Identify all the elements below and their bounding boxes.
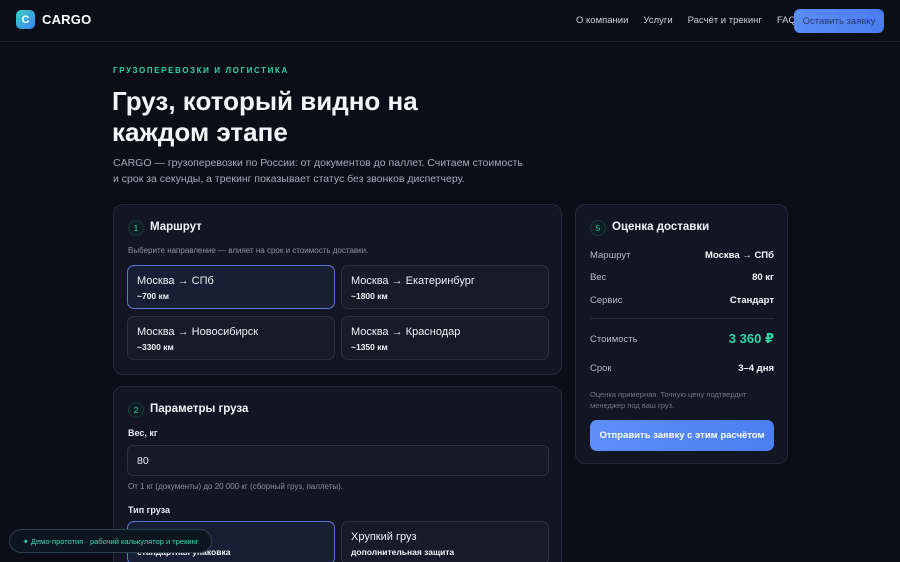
- nav-item-services[interactable]: Услуги: [643, 15, 672, 26]
- weight-input[interactable]: 80: [127, 445, 549, 476]
- summary-route-value: Москва → СПб: [705, 250, 774, 261]
- step-badge: 5: [590, 220, 606, 236]
- demo-badge[interactable]: ✦ Демо-прототип · рабочий калькулятор и …: [9, 529, 212, 553]
- main-nav: О компании Услуги Расчёт и трекинг FAQ: [576, 15, 811, 26]
- cargo-type-desc: дополнительная защита: [351, 547, 455, 557]
- route-name: Москва → Новосибирск: [137, 326, 259, 338]
- step-badge: 1: [128, 220, 144, 236]
- route-option-moscow-nsk[interactable]: Москва → Новосибирск ~3300 км: [127, 316, 335, 360]
- summary-price-label: Стоимость: [590, 333, 638, 345]
- logo-icon: C: [16, 10, 35, 29]
- summary-price-value: 3 360 ₽: [728, 331, 774, 346]
- hero-subtitle: CARGO — грузоперевозки по России: от док…: [113, 157, 523, 185]
- route-name: Москва → СПб: [137, 275, 214, 287]
- summary-weight-value: 80 кг: [752, 272, 774, 283]
- summary-title: Оценка доставки: [612, 221, 710, 233]
- nav-item-about[interactable]: О компании: [576, 15, 628, 26]
- route-distance: ~1350 км: [351, 342, 388, 352]
- route-name: Москва → Краснодар: [351, 326, 461, 338]
- route-option-moscow-krd[interactable]: Москва → Краснодар ~1350 км: [341, 316, 549, 360]
- summary-route-label: Маршрут: [590, 250, 631, 261]
- submit-request-button[interactable]: Отправить заявку с этим расчётом: [590, 420, 774, 451]
- nav-item-faq[interactable]: FAQ: [777, 15, 796, 26]
- summary-price-row: Стоимость 3 360 ₽: [590, 331, 774, 347]
- summary-route-row: Маршрут Москва → СПб: [590, 250, 774, 261]
- summary-service-row: Сервис Стандарт: [590, 295, 774, 306]
- weight-hint: От 1 кг (документы) до 20 000 кг (сборны…: [128, 482, 344, 491]
- summary-note: Оценка примерная. Точную цену подтвердит…: [590, 390, 747, 410]
- hero-title: Груз, который видно на каждом этапе: [112, 86, 418, 147]
- brand-name: CARGO: [42, 12, 92, 27]
- route-card: 1 Маршрут Выберите направление — влияет …: [113, 204, 562, 375]
- summary-divider: [590, 318, 774, 319]
- route-distance: ~700 км: [137, 291, 170, 301]
- route-hint: Выберите направление — влияет на срок и …: [128, 246, 369, 255]
- route-option-moscow-ekb[interactable]: Москва → Екатеринбург ~1800 км: [341, 265, 549, 309]
- cargo-type-label: Тип груза: [128, 505, 170, 515]
- summary-service-value: Стандарт: [729, 295, 774, 306]
- hero-eyebrow: ГРУЗОПЕРЕВОЗКИ И ЛОГИСТИКА: [113, 66, 289, 75]
- nav-item-calc-tracking[interactable]: Расчёт и трекинг: [688, 15, 762, 26]
- request-button[interactable]: Оставить заявку: [794, 9, 884, 33]
- route-distance: ~1800 км: [351, 291, 388, 301]
- top-header: C CARGO О компании Услуги Расчёт и треки…: [0, 0, 900, 42]
- logo[interactable]: C CARGO: [16, 10, 91, 29]
- summary-term-row: Срок 3–4 дня: [590, 363, 774, 374]
- route-distance: ~3300 км: [137, 342, 174, 352]
- summary-weight-label: Вес: [590, 272, 607, 283]
- summary-weight-row: Вес 80 кг: [590, 272, 774, 283]
- route-title: Маршрут: [150, 221, 202, 233]
- weight-label: Вес, кг: [128, 428, 158, 438]
- cargo-type-name: Хрупкий груз: [351, 531, 417, 543]
- params-title: Параметры груза: [150, 403, 249, 415]
- summary-service-label: Сервис: [590, 295, 623, 306]
- summary-term-value: 3–4 дня: [738, 363, 774, 374]
- step-badge: 2: [128, 402, 144, 418]
- summary-card: 5 Оценка доставки Маршрут Москва → СПб В…: [575, 204, 788, 464]
- cargo-type-fragile[interactable]: Хрупкий груз дополнительная защита: [341, 521, 549, 562]
- summary-term-label: Срок: [590, 363, 612, 374]
- route-name: Москва → Екатеринбург: [351, 275, 475, 287]
- route-option-moscow-spb[interactable]: Москва → СПб ~700 км: [127, 265, 335, 309]
